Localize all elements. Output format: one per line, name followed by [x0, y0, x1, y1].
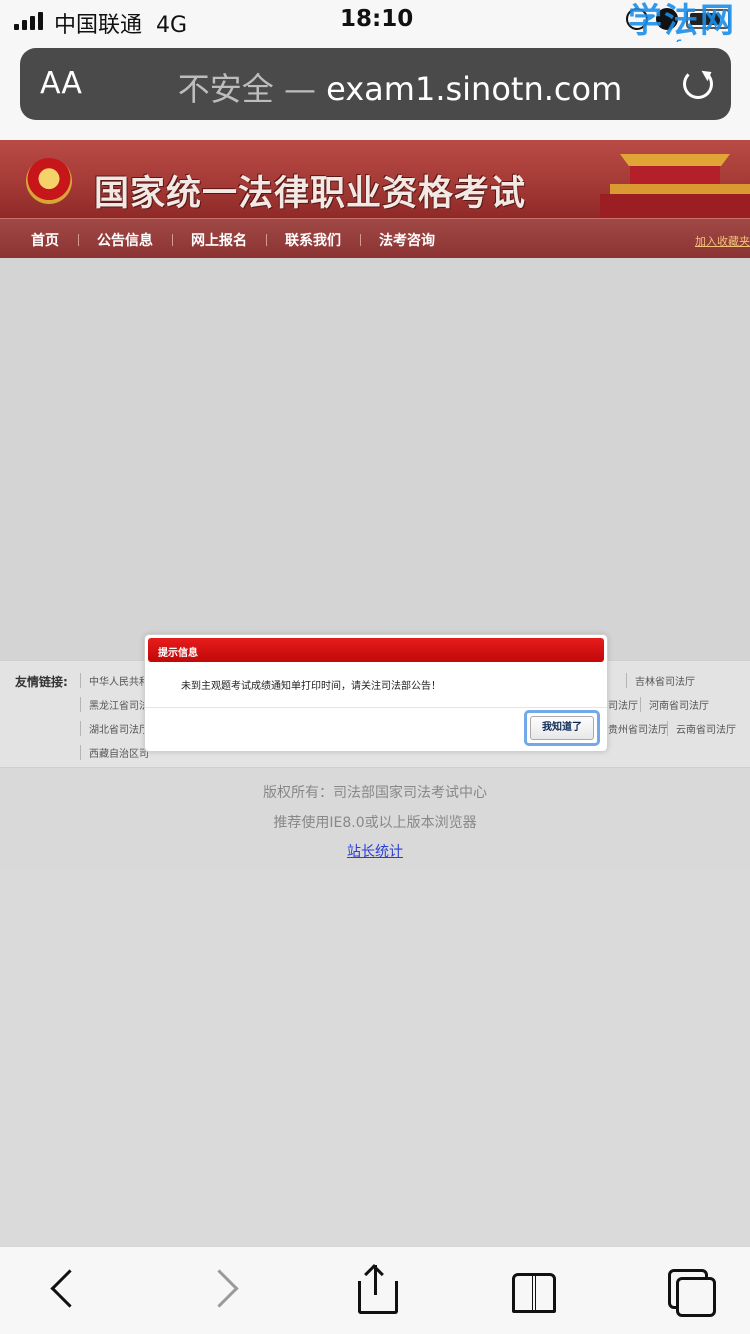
friend-link[interactable]: 中华人民共和 — [80, 673, 149, 688]
security-label: 不安全 — [177, 70, 274, 108]
national-emblem-icon — [26, 158, 72, 204]
dialog-button-focus-ring: 我知道了 — [524, 710, 600, 746]
dialog-title: 提示信息 — [158, 648, 198, 659]
bookmarks-icon[interactable] — [510, 1267, 558, 1315]
tiananmen-image — [590, 144, 750, 218]
site-footer: 版权所有：司法部国家司法考试中心 推荐使用IE8.0或以上版本浏览器 站长统计 — [0, 768, 750, 868]
dialog-message: 未到主观题考试成绩通知单打印时间，请关注司法部公告！ — [181, 681, 441, 692]
friend-link[interactable]: 贵州省司法厅 — [600, 721, 668, 736]
friend-link[interactable]: 湖北省司法厅 — [80, 721, 149, 736]
content-area — [0, 258, 750, 660]
browser-tip: 推荐使用IE8.0或以上版本浏览器 — [273, 815, 477, 831]
reader-settings-button[interactable]: AA — [40, 66, 82, 101]
dialog-header: 提示信息 — [148, 638, 604, 662]
site-nav: 首页 公告信息 网上报名 联系我们 法考咨询 加入收藏夹 — [0, 218, 750, 258]
signal-icon — [14, 12, 43, 30]
forward-icon[interactable] — [202, 1267, 250, 1315]
reload-icon[interactable] — [683, 69, 713, 99]
nav-consult[interactable]: 法考咨询 — [379, 230, 435, 250]
network-label: 4G — [156, 13, 188, 38]
url-domain: exam1.sinotn.com — [326, 70, 623, 108]
web-page: 国家统一法律职业资格考试 首页 公告信息 网上报名 联系我们 法考咨询 加入收藏… — [0, 140, 750, 1246]
friend-link[interactable]: 云南省司法厅 — [667, 721, 736, 736]
address-bar[interactable]: AA 不安全 — exam1.sinotn.com — [20, 48, 731, 120]
friend-link[interactable]: 河南省司法厅 — [640, 697, 709, 712]
acknowledge-button[interactable]: 我知道了 — [530, 716, 594, 740]
friend-link[interactable]: 黑龙江省司法 — [80, 697, 149, 712]
nav-registration[interactable]: 网上报名 — [191, 230, 247, 250]
friend-links-label: 友情链接: — [15, 675, 68, 689]
nav-announcements[interactable]: 公告信息 — [97, 230, 153, 250]
notice-dialog: 提示信息 未到主观题考试成绩通知单打印时间，请关注司法部公告！ 我知道了 — [144, 634, 608, 752]
friend-link[interactable]: 西藏自治区司 — [80, 745, 149, 760]
url-separator: — — [273, 70, 327, 108]
browser-top: AA 不安全 — exam1.sinotn.com — [0, 42, 750, 140]
site-title: 国家统一法律职业资格考试 — [94, 174, 527, 214]
site-header: 国家统一法律职业资格考试 — [0, 140, 750, 218]
tabs-icon[interactable] — [664, 1267, 716, 1317]
url-text[interactable]: 不安全 — exam1.sinotn.com — [160, 64, 640, 110]
status-bar: 中国联通 4G 18:10 学法网 xuefa.com — [0, 0, 750, 58]
clock: 18:10 — [340, 6, 414, 32]
nav-contact[interactable]: 联系我们 — [285, 230, 341, 250]
friend-link[interactable]: 吉林省司法厅 — [626, 673, 695, 688]
copyright-text: 版权所有：司法部国家司法考试中心 — [263, 785, 487, 801]
browser-toolbar — [0, 1246, 750, 1334]
dialog-divider — [145, 707, 607, 708]
stats-link[interactable]: 站长统计 — [347, 844, 403, 860]
carrier-label: 中国联通 4G — [54, 13, 188, 38]
nav-home[interactable]: 首页 — [31, 230, 59, 250]
add-favorite-link[interactable]: 加入收藏夹 — [695, 233, 750, 249]
page-bottom-area — [0, 868, 750, 1246]
aa-label: AA — [40, 66, 82, 101]
back-icon[interactable] — [42, 1267, 90, 1315]
watermark-main: 学法网 — [628, 1, 736, 41]
share-icon[interactable] — [352, 1264, 400, 1315]
